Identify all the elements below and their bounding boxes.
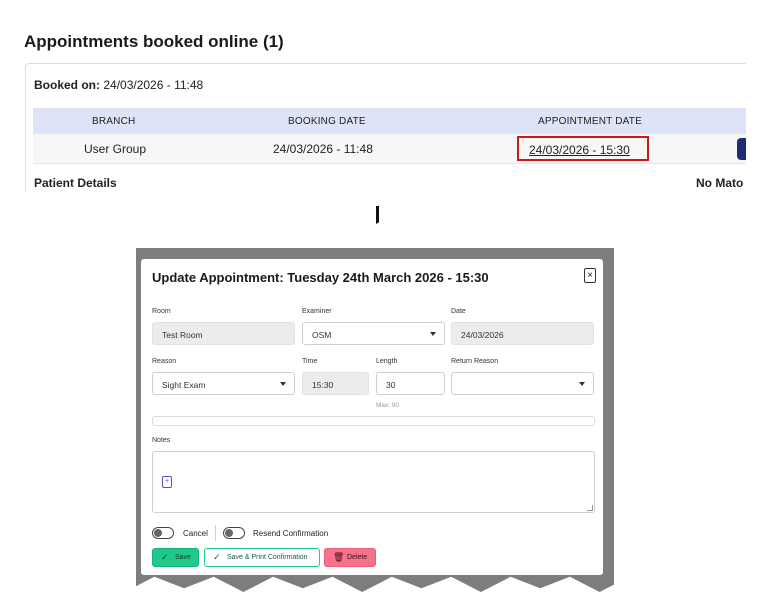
no-match-heading: No Mato bbox=[696, 176, 744, 190]
length-hint: Max: 90 bbox=[376, 402, 400, 409]
table-header: BRANCH BOOKING DATE APPOINTMENT DATE bbox=[33, 108, 746, 134]
column-header-appointment-date: APPOINTMENT DATE bbox=[538, 116, 642, 127]
update-appointment-modal: Update Appointment: Tuesday 24th March 2… bbox=[141, 259, 603, 575]
booked-online-panel: Appointments booked online (1) Booked on… bbox=[6, 6, 746, 198]
time-label: Time bbox=[302, 358, 318, 365]
reason-value: Sight Exam bbox=[162, 380, 206, 390]
reason-select[interactable]: Sight Exam bbox=[152, 372, 295, 395]
examiner-select[interactable]: OSM bbox=[302, 322, 445, 345]
resend-confirmation-toggle[interactable] bbox=[223, 527, 245, 539]
notes-label: Notes bbox=[152, 437, 171, 444]
examiner-label: Examiner bbox=[302, 308, 332, 315]
date-field: 24/03/2026 bbox=[451, 322, 594, 345]
length-label: Length bbox=[376, 358, 398, 365]
delete-button[interactable]: 🗑 Delete bbox=[324, 548, 376, 567]
divider bbox=[215, 525, 216, 541]
delete-button-label: Delete bbox=[347, 554, 368, 561]
check-icon: ✓ bbox=[213, 552, 221, 562]
patient-details-heading: Patient Details bbox=[34, 176, 117, 190]
booked-on-value: 24/03/2026 - 11:48 bbox=[103, 78, 204, 92]
booked-on: Booked on: 24/03/2026 - 11:48 bbox=[34, 78, 203, 92]
reason-label: Reason bbox=[152, 358, 177, 365]
appointment-date-link[interactable]: 24/03/2026 - 15:30 bbox=[517, 136, 649, 161]
close-icon[interactable]: × bbox=[584, 268, 596, 283]
chevron-down-icon bbox=[280, 382, 286, 386]
booking-card: Booked on: 24/03/2026 - 11:48 BRANCH BOO… bbox=[25, 63, 746, 198]
empty-field[interactable] bbox=[152, 416, 595, 426]
save-print-confirmation-button[interactable]: ✓ Save & Print Confirmation bbox=[204, 548, 320, 567]
modal-title: Update Appointment: Tuesday 24th March 2… bbox=[152, 270, 489, 285]
chevron-down-icon bbox=[430, 332, 436, 336]
room-field: Test Room bbox=[152, 322, 295, 345]
trash-icon: 🗑 bbox=[333, 552, 345, 562]
check-icon: ✓ bbox=[161, 552, 169, 562]
resize-handle[interactable] bbox=[587, 505, 593, 511]
notes-textarea[interactable]: + bbox=[152, 451, 595, 513]
examiner-value: OSM bbox=[312, 330, 332, 340]
room-value: Test Room bbox=[162, 330, 203, 340]
room-label: Room bbox=[152, 308, 171, 315]
chevron-down-icon bbox=[579, 382, 585, 386]
cancel-label: Cancel bbox=[183, 529, 208, 538]
appointment-date-link-text: 24/03/2026 - 15:30 bbox=[529, 143, 630, 157]
cell-booking-date: 24/03/2026 - 11:48 bbox=[273, 142, 373, 156]
return-reason-label: Return Reason bbox=[451, 358, 499, 365]
add-file-icon[interactable]: + bbox=[162, 476, 172, 488]
length-value: 30 bbox=[386, 380, 396, 390]
column-header-branch: BRANCH bbox=[92, 116, 136, 127]
page-title: Appointments booked online (1) bbox=[24, 32, 284, 51]
time-value: 15:30 bbox=[312, 380, 334, 390]
booked-on-label: Booked on: bbox=[34, 78, 100, 92]
date-label: Date bbox=[451, 308, 466, 315]
time-field: 15:30 bbox=[302, 372, 369, 395]
date-value: 24/03/2026 bbox=[461, 330, 504, 340]
cancel-toggle[interactable] bbox=[152, 527, 174, 539]
save-button-label: Save bbox=[175, 554, 191, 561]
row-action-button[interactable] bbox=[737, 138, 746, 160]
save-button[interactable]: ✓ Save bbox=[152, 548, 199, 567]
return-reason-select[interactable] bbox=[451, 372, 594, 395]
cell-branch: User Group bbox=[84, 142, 147, 156]
length-input[interactable]: 30 bbox=[376, 372, 445, 395]
resend-confirmation-label: Resend Confirmation bbox=[253, 529, 329, 538]
save-print-button-label: Save & Print Confirmation bbox=[227, 554, 308, 561]
column-header-booking-date: BOOKING DATE bbox=[288, 116, 366, 127]
